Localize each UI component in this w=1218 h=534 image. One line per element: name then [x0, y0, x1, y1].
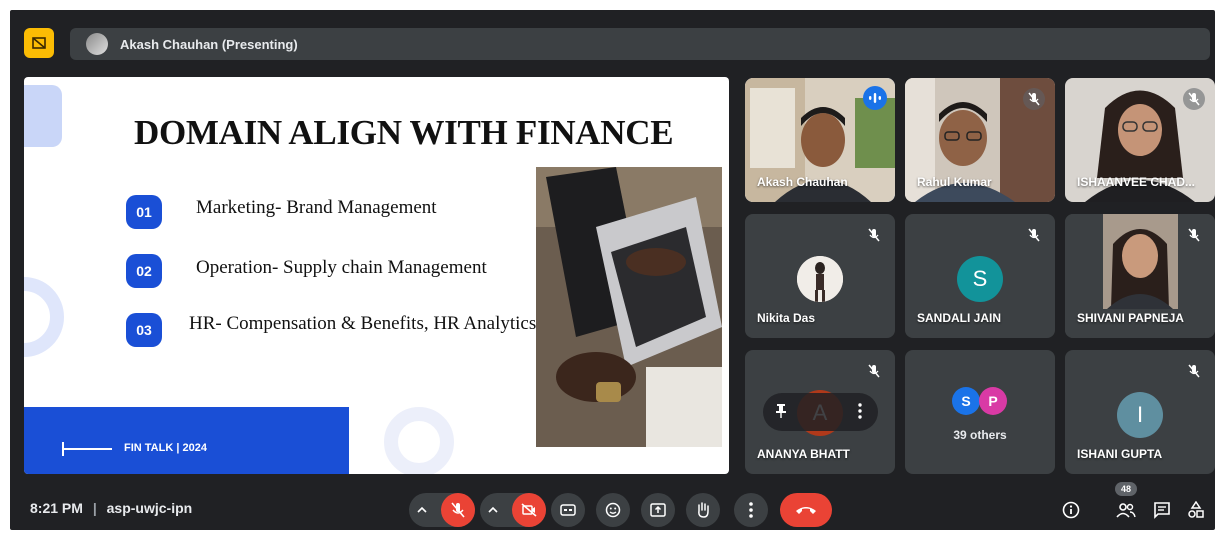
others-avatar: S [952, 387, 980, 415]
emoji-icon[interactable] [596, 493, 630, 527]
item-number-badge: 02 [126, 254, 162, 288]
participant-tile[interactable]: Akash Chauhan [745, 78, 895, 202]
info-separator: | [92, 500, 97, 516]
slide-item-text: Operation- Supply chain Management [196, 257, 487, 278]
laptop-photo [536, 167, 722, 447]
participant-avatar: I [1117, 392, 1163, 438]
participant-name: SANDALI JAIN [917, 311, 1002, 325]
end-call-icon[interactable] [780, 493, 832, 527]
participant-tile[interactable]: Rahul Kumar [905, 78, 1055, 202]
presenter-avatar [86, 33, 108, 55]
participant-tile[interactable]: SHIVANI PAPNEJA [1065, 214, 1215, 338]
meeting-info: 8:21 PM | asp-uwjc-ipn [30, 500, 192, 516]
mic-off-icon[interactable] [441, 493, 475, 527]
mic-off-icon [1023, 88, 1045, 110]
pin-icon[interactable] [775, 403, 787, 424]
speaking-indicator-icon [863, 86, 887, 110]
participant-name: ISHAANVEE CHAD... [1077, 175, 1196, 189]
activities-icon[interactable] [1182, 496, 1210, 524]
chevron-up-icon[interactable] [488, 503, 498, 517]
info-icon[interactable] [1057, 496, 1085, 524]
tile-hover-controls [763, 393, 878, 431]
participant-name: ANANYA BHATT [757, 447, 850, 461]
captions-icon[interactable] [551, 493, 585, 527]
people-count-badge: 48 [1115, 482, 1137, 496]
mic-off-icon [1023, 224, 1045, 246]
chat-icon[interactable] [1148, 496, 1176, 524]
chevron-up-icon[interactable] [417, 503, 427, 517]
slide-decoration [384, 407, 454, 474]
mic-control[interactable] [409, 493, 475, 527]
participant-avatar [797, 256, 843, 302]
participant-avatar: S [957, 256, 1003, 302]
slide-footer-band: FIN TALK | 2024 [24, 407, 349, 474]
camera-control[interactable] [480, 493, 546, 527]
item-number-badge: 01 [126, 195, 162, 229]
slide-item-text: HR- Compensation & Benefits, HR Analytic… [189, 313, 537, 334]
clock-time: 8:21 PM [30, 500, 83, 516]
presenter-label: Akash Chauhan (Presenting) [120, 36, 298, 52]
participant-tile[interactable]: Nikita Das [745, 214, 895, 338]
item-number-badge: 03 [126, 313, 162, 347]
others-avatar: P [979, 387, 1007, 415]
presenter-banner: Akash Chauhan (Presenting) [70, 28, 1210, 60]
more-options-icon[interactable] [734, 493, 768, 527]
mic-off-icon [1183, 88, 1205, 110]
participant-tile[interactable]: I ISHANI GUPTA [1065, 350, 1215, 474]
slide-item-text: Marketing- Brand Management [196, 197, 437, 218]
meet-window: Akash Chauhan (Presenting) DOMAIN ALIGN … [10, 10, 1215, 530]
slide-decoration [24, 85, 62, 147]
others-tile[interactable]: S P 39 others [905, 350, 1055, 474]
presenting-icon[interactable] [24, 28, 54, 58]
participant-name: ISHANI GUPTA [1077, 447, 1163, 461]
mic-off-icon [1183, 224, 1205, 246]
cam-off-icon[interactable] [512, 493, 546, 527]
present-screen-icon[interactable] [641, 493, 675, 527]
more-options-icon[interactable] [858, 403, 862, 424]
slide-decoration [24, 277, 64, 357]
slide-title: DOMAIN ALIGN WITH FINANCE [134, 113, 674, 152]
people-icon[interactable] [1112, 496, 1140, 524]
slide-footer-text: FIN TALK | 2024 [124, 442, 207, 454]
participant-name: Rahul Kumar [917, 175, 992, 189]
participant-name: SHIVANI PAPNEJA [1077, 311, 1184, 325]
mic-off-icon [1183, 360, 1205, 382]
others-count: 39 others [953, 428, 1007, 442]
participant-name: Nikita Das [757, 311, 816, 325]
presentation-slide: DOMAIN ALIGN WITH FINANCE 01 Marketing- … [24, 77, 729, 474]
raise-hand-icon[interactable] [686, 493, 720, 527]
bottom-bar: 8:21 PM | asp-uwjc-ipn 48 [10, 482, 1215, 530]
participant-name: Akash Chauhan [757, 175, 848, 189]
mic-off-icon [863, 360, 885, 382]
participant-tile[interactable]: ISHAANVEE CHAD... [1065, 78, 1215, 202]
mic-off-icon [863, 224, 885, 246]
participant-tile[interactable]: A ANANYA BHATT [745, 350, 895, 474]
meeting-code: asp-uwjc-ipn [106, 500, 193, 516]
participant-tile[interactable]: S SANDALI JAIN [905, 214, 1055, 338]
top-bar: Akash Chauhan (Presenting) [10, 10, 1215, 70]
